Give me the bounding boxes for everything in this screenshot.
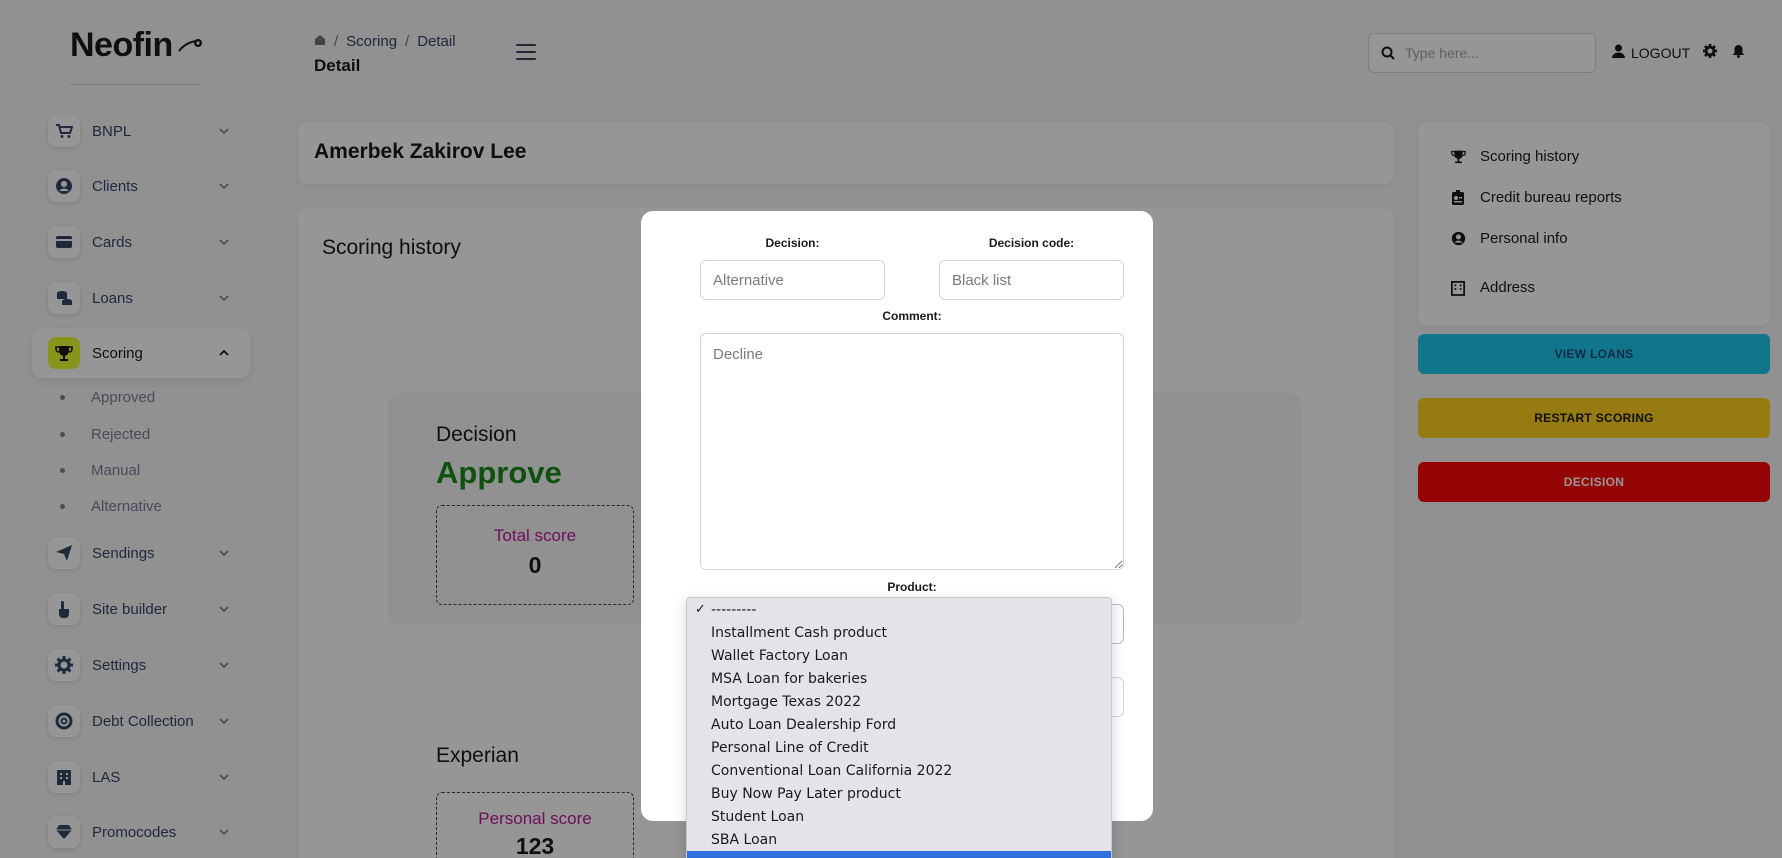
checkmark-icon: ✓ <box>695 602 706 617</box>
product-option[interactable]: Mortgage Texas 2022 <box>687 690 1111 713</box>
product-label: Product: <box>887 580 937 594</box>
product-option[interactable]: Installment Cash product <box>687 621 1111 644</box>
product-option[interactable]: Student Loan <box>687 805 1111 828</box>
product-option-highlighted[interactable] <box>687 851 1111 858</box>
product-option[interactable]: Auto Loan Dealership Ford <box>687 713 1111 736</box>
decision-input[interactable] <box>700 260 885 300</box>
decision-code-input[interactable] <box>939 260 1124 300</box>
product-option[interactable]: ✓ --------- <box>687 598 1111 621</box>
decision-label: Decision: <box>765 236 820 250</box>
decision-code-label: Decision code: <box>988 236 1075 250</box>
product-option[interactable]: Conventional Loan California 2022 <box>687 759 1111 782</box>
product-option[interactable]: MSA Loan for bakeries <box>687 667 1111 690</box>
product-option[interactable]: Wallet Factory Loan <box>687 644 1111 667</box>
product-option[interactable]: Buy Now Pay Later product <box>687 782 1111 805</box>
comment-textarea[interactable] <box>700 333 1124 570</box>
product-dropdown-list: ✓ --------- Installment Cash product Wall… <box>686 597 1112 858</box>
product-option[interactable]: SBA Loan <box>687 828 1111 851</box>
comment-label: Comment: <box>882 309 942 323</box>
product-option[interactable]: Personal Line of Credit <box>687 736 1111 759</box>
